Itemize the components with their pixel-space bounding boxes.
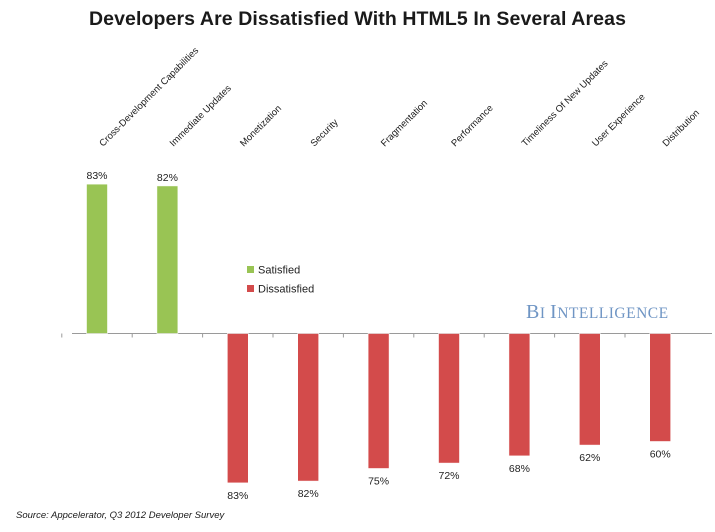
watermark-rest: NTELLIGENCE — [557, 305, 669, 322]
bar-satisfied — [86, 183, 108, 334]
data-label: 83% — [86, 170, 107, 182]
data-label: 68% — [509, 463, 530, 475]
category-label: Immediate Updates — [168, 83, 234, 149]
category-label: Security — [309, 117, 341, 149]
bar-dissatisfied — [367, 333, 390, 469]
data-label: 72% — [438, 470, 459, 482]
bi-intelligence-watermark: BI INTELLIGENCE — [526, 301, 669, 324]
bar-dissatisfied — [649, 333, 672, 442]
watermark-letter-b: B — [526, 301, 540, 323]
data-label: 62% — [579, 452, 600, 464]
source-note: Source: Appcelerator, Q3 2012 Developer … — [16, 510, 225, 521]
legend-label: Dissatisfied — [258, 284, 314, 296]
bar-dissatisfied — [297, 333, 320, 482]
data-label: 82% — [298, 488, 319, 500]
data-label: 83% — [227, 490, 248, 502]
category-label: Performance — [449, 103, 495, 149]
bar-dissatisfied — [438, 333, 460, 464]
category-label: Fragmentation — [379, 98, 430, 149]
legend-swatch — [247, 285, 254, 292]
category-label: Distribution — [661, 108, 702, 149]
bar-dissatisfied — [508, 333, 531, 457]
legend-swatch — [247, 266, 254, 273]
chart: Cross-Development Capabilities83%Immedia… — [61, 45, 712, 502]
bar-satisfied — [156, 185, 179, 334]
bar-dissatisfied — [227, 333, 249, 484]
data-label: 75% — [368, 476, 389, 488]
data-label: 82% — [157, 172, 178, 184]
category-label: Monetization — [238, 103, 284, 149]
watermark-letter-i: I — [539, 305, 546, 322]
data-label: 60% — [650, 449, 671, 461]
legend-label: Satisfied — [258, 265, 300, 277]
bar-dissatisfied — [578, 333, 601, 446]
category-label: User Experience — [590, 92, 647, 149]
